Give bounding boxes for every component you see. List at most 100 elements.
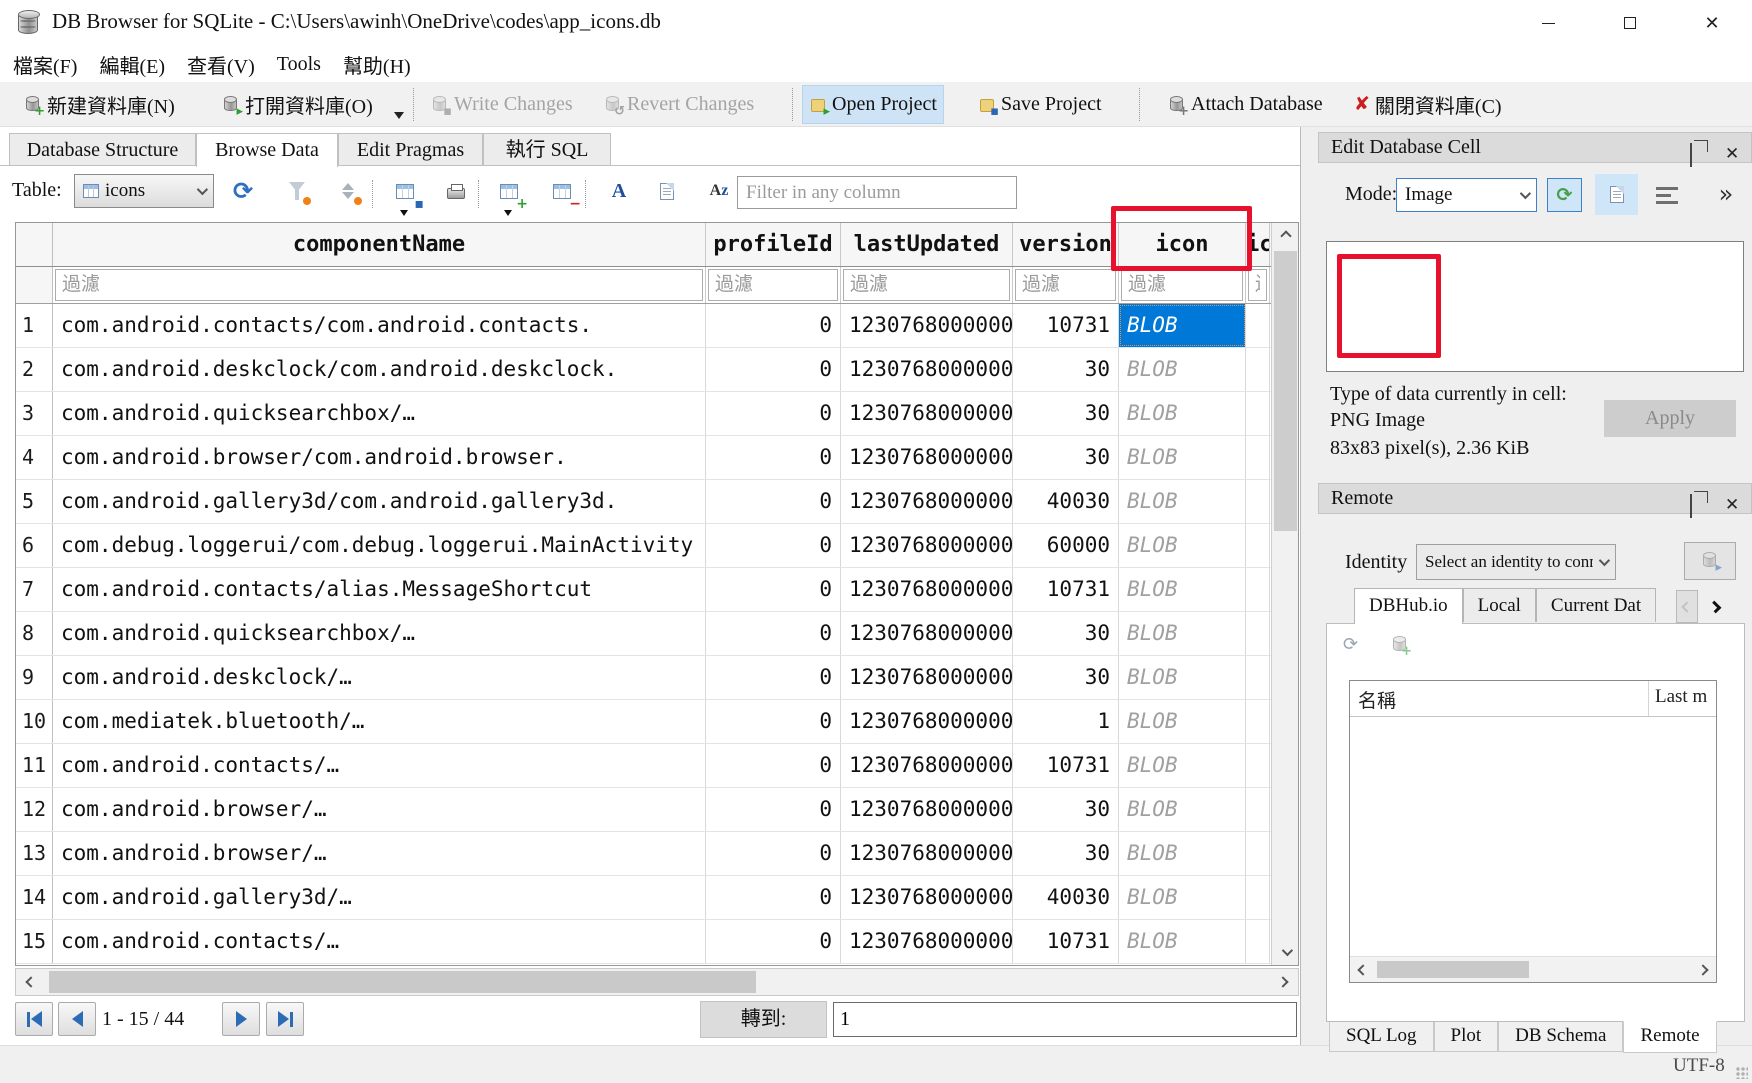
open-database-button[interactable]: ▸ 打開資料庫(O) <box>216 85 379 124</box>
scroll-right-icon[interactable] <box>1268 969 1298 995</box>
remote-refresh-icon[interactable]: ⟳ <box>1343 636 1358 654</box>
remote-list-name-column[interactable]: 名稱 <box>1350 681 1649 716</box>
cell-icon[interactable]: BLOB <box>1119 568 1246 611</box>
row-number[interactable]: 7 <box>16 568 53 611</box>
cell-lastUpdated[interactable]: 1230768000000 <box>841 348 1013 391</box>
column-header-icon[interactable]: icon <box>1119 223 1246 266</box>
close-panel-icon[interactable]: ✕ <box>1725 139 1739 168</box>
save-table-button[interactable]: ▪ <box>390 176 420 206</box>
cell-lastUpdated[interactable]: 1230768000000 <box>841 744 1013 787</box>
cell-componentName[interactable]: com.android.quicksearchbox/… <box>53 612 706 655</box>
row-number[interactable]: 12 <box>16 788 53 831</box>
cell-icon[interactable]: BLOB <box>1119 920 1246 963</box>
cell-icon[interactable]: BLOB <box>1119 348 1246 391</box>
new-database-button[interactable]: + 新建資料庫(N) <box>18 85 181 124</box>
remote-clone-icon[interactable]: + <box>1391 636 1409 658</box>
delete-record-button[interactable]: − <box>547 176 577 206</box>
column-filter-input[interactable] <box>843 269 1010 301</box>
cell-componentName[interactable]: com.android.browser/… <box>53 832 706 875</box>
vertical-scrollbar[interactable] <box>1271 223 1298 965</box>
cell-version[interactable]: 30 <box>1013 832 1119 875</box>
cell-icon[interactable]: BLOB <box>1119 612 1246 655</box>
minimize-button[interactable] <box>1516 0 1580 46</box>
tab--sql[interactable]: 執行 SQL <box>483 133 611 165</box>
cell-icon[interactable]: BLOB <box>1119 392 1246 435</box>
column-filter-input[interactable] <box>55 269 703 301</box>
cell-version[interactable]: 10731 <box>1013 568 1119 611</box>
dock-tab-plot[interactable]: Plot <box>1434 1022 1499 1052</box>
remote-tab-local[interactable]: Local <box>1463 588 1536 622</box>
column-header-partial[interactable]: ic <box>1246 223 1270 266</box>
font-button[interactable]: A <box>604 176 634 206</box>
document-format-button[interactable] <box>652 176 682 206</box>
cell-profileId[interactable]: 0 <box>706 568 841 611</box>
row-number[interactable]: 8 <box>16 612 53 655</box>
cell-lastUpdated[interactable]: 1230768000000 <box>841 392 1013 435</box>
text-view-button[interactable] <box>1595 174 1638 215</box>
remote-list-scrollbar[interactable] <box>1350 956 1716 982</box>
cell-lastUpdated[interactable]: 1230768000000 <box>841 612 1013 655</box>
save-table-dropdown-icon[interactable] <box>400 210 408 220</box>
cell-profileId[interactable]: 0 <box>706 920 841 963</box>
cell-lastUpdated[interactable]: 1230768000000 <box>841 656 1013 699</box>
cell-icon[interactable]: BLOB <box>1119 480 1246 523</box>
row-number[interactable]: 2 <box>16 348 53 391</box>
cell-lastUpdated[interactable]: 1230768000000 <box>841 480 1013 523</box>
close-database-button[interactable]: ✘ 關閉資料庫(C) <box>1348 85 1508 124</box>
row-number[interactable]: 9 <box>16 656 53 699</box>
row-number[interactable]: 13 <box>16 832 53 875</box>
remote-tab-dbhub-io[interactable]: DBHub.io <box>1354 588 1463 624</box>
cell-profileId[interactable]: 0 <box>706 524 841 567</box>
cell-version[interactable]: 40030 <box>1013 876 1119 919</box>
row-number[interactable]: 15 <box>16 920 53 963</box>
cell-version[interactable]: 30 <box>1013 348 1119 391</box>
remote-tabs-scroll-right-icon[interactable] <box>1700 590 1730 623</box>
row-number[interactable]: 11 <box>16 744 53 787</box>
refresh-button[interactable]: ⟳ <box>228 176 258 206</box>
cell-icon[interactable]: BLOB <box>1119 656 1246 699</box>
cell-lastUpdated[interactable]: 1230768000000 <box>841 920 1013 963</box>
cell-icon[interactable]: BLOB <box>1119 744 1246 787</box>
cell-lastUpdated[interactable]: 1230768000000 <box>841 876 1013 919</box>
cell-icon[interactable]: BLOB <box>1119 700 1246 743</box>
row-number[interactable]: 4 <box>16 436 53 479</box>
cell-version[interactable]: 1 <box>1013 700 1119 743</box>
remote-tab-current-dat[interactable]: Current Dat <box>1536 588 1656 622</box>
cell-lastUpdated[interactable]: 1230768000000 <box>841 568 1013 611</box>
row-number[interactable]: 5 <box>16 480 53 523</box>
scroll-down-icon[interactable] <box>1272 939 1299 965</box>
cell-componentName[interactable]: com.android.deskclock/com.android.deskcl… <box>53 348 706 391</box>
table-select[interactable]: icons <box>74 174 214 208</box>
horizontal-scrollbar[interactable] <box>15 968 1299 996</box>
cell-lastUpdated[interactable]: 1230768000000 <box>841 700 1013 743</box>
save-filter-button[interactable] <box>333 176 363 206</box>
cell-profileId[interactable]: 0 <box>706 744 841 787</box>
cell-componentName[interactable]: com.android.deskclock/… <box>53 656 706 699</box>
cell-componentName[interactable]: com.android.gallery3d/… <box>53 876 706 919</box>
remote-list-scrollbar-thumb[interactable] <box>1377 961 1529 978</box>
revert-changes-button[interactable]: ↺ Revert Changes <box>598 85 760 124</box>
float-panel-icon[interactable] <box>1690 492 1692 521</box>
cell-version[interactable]: 60000 <box>1013 524 1119 567</box>
write-changes-button[interactable]: ▪ Write Changes <box>425 85 579 124</box>
row-number[interactable]: 1 <box>16 304 53 347</box>
cell-componentName[interactable]: com.android.browser/com.android.browser. <box>53 436 706 479</box>
scroll-left-icon[interactable] <box>1350 957 1376 982</box>
menu-item[interactable]: Tools <box>266 50 332 79</box>
clone-database-button[interactable]: ▸ <box>1684 542 1736 580</box>
apply-button[interactable]: Apply <box>1604 400 1736 437</box>
close-panel-icon[interactable]: ✕ <box>1725 490 1739 519</box>
cell-profileId[interactable]: 0 <box>706 612 841 655</box>
first-record-button[interactable] <box>15 1002 53 1036</box>
attach-database-button[interactable]: + Attach Database <box>1162 85 1329 124</box>
horizontal-scrollbar-thumb[interactable] <box>49 971 756 993</box>
row-number[interactable]: 14 <box>16 876 53 919</box>
last-record-button[interactable] <box>266 1002 304 1036</box>
column-header-componentName[interactable]: componentName <box>53 223 706 266</box>
cell-lastUpdated[interactable]: 1230768000000 <box>841 436 1013 479</box>
scroll-left-icon[interactable] <box>16 969 46 995</box>
cell-componentName[interactable]: com.android.contacts/alias.MessageShortc… <box>53 568 706 611</box>
cell-profileId[interactable]: 0 <box>706 876 841 919</box>
previous-record-button[interactable] <box>58 1002 96 1036</box>
cell-profileId[interactable]: 0 <box>706 304 841 347</box>
